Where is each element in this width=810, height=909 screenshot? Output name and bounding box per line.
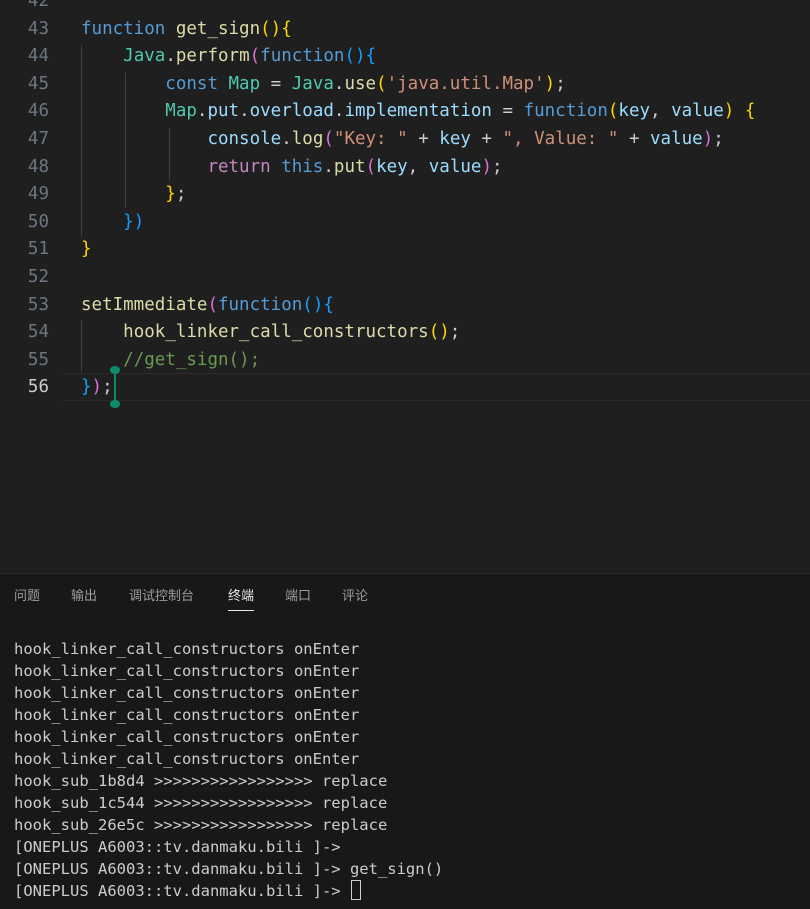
code-text: }; bbox=[165, 184, 187, 205]
line-number: 56 bbox=[27, 377, 49, 398]
code-editor[interactable]: 42 43 function get_sign(){ 44 Java.perform(… bbox=[0, 0, 810, 573]
terminal-line: hook_linker_call_constructors onEnter bbox=[14, 640, 360, 658]
code-text: Map.put.overload.implementation = functi… bbox=[165, 101, 756, 122]
line-number: 43 bbox=[27, 18, 49, 39]
cursor-handle[interactable] bbox=[110, 400, 120, 408]
tab-ports[interactable]: 端口 bbox=[285, 588, 311, 610]
code-line[interactable]: 53 setImmediate(function(){ bbox=[0, 291, 810, 319]
code-line[interactable]: 54 hook_linker_call_constructors(); bbox=[0, 318, 810, 346]
code-text: const Map = Java.use('java.util.Map'); bbox=[165, 73, 566, 94]
cursor-handle[interactable] bbox=[110, 366, 120, 374]
bottom-panel: 问题 输出 调试控制台 终端 端口 评论 hook_linker_call_constru… bbox=[0, 573, 810, 909]
tab-problems[interactable]: 问题 bbox=[14, 588, 40, 610]
line-number: 51 bbox=[27, 239, 49, 260]
terminal-line: hook_sub_1c544 >>>>>>>>>>>>>>>>> replace bbox=[14, 794, 388, 812]
line-number: 49 bbox=[27, 184, 49, 205]
text-cursor bbox=[114, 369, 116, 403]
terminal-line: hook_linker_call_constructors onEnter bbox=[14, 728, 360, 746]
terminal-line: hook_linker_call_constructors onEnter bbox=[14, 706, 360, 724]
code-text: hook_linker_call_constructors(); bbox=[123, 322, 461, 343]
code-text: function get_sign(){ bbox=[81, 18, 292, 39]
code-line[interactable]: 47 console.log("Key: " + key + ", Value:… bbox=[0, 125, 810, 153]
code-line[interactable]: 51} bbox=[0, 235, 810, 263]
line-number: 52 bbox=[27, 267, 49, 287]
terminal-line: hook_sub_1b8d4 >>>>>>>>>>>>>>>>> replace bbox=[14, 772, 388, 790]
line-number: 46 bbox=[27, 101, 49, 122]
code-line[interactable]: 44 Java.perform(function(){ bbox=[0, 42, 810, 70]
code-line[interactable]: 48 return this.put(key, value); bbox=[0, 153, 810, 181]
terminal-line: hook_linker_call_constructors onEnter bbox=[14, 750, 360, 768]
panel-tabs: 问题 输出 调试控制台 终端 端口 评论 bbox=[0, 574, 810, 620]
line-number: 53 bbox=[27, 294, 49, 315]
code-text: }) bbox=[123, 211, 145, 232]
line-number: 44 bbox=[27, 46, 49, 67]
line-number: 42 bbox=[27, 0, 49, 11]
terminal-line: [ONEPLUS A6003::tv.danmaku.bili ]-> bbox=[14, 838, 341, 856]
terminal-line: [ONEPLUS A6003::tv.danmaku.bili ]-> bbox=[14, 880, 361, 902]
tab-debug-console[interactable]: 调试控制台 bbox=[129, 588, 194, 610]
code-text: } bbox=[81, 239, 92, 260]
line-number: 50 bbox=[27, 211, 49, 232]
code-line[interactable]: 46 Map.put.overload.implementation = fun… bbox=[0, 97, 810, 125]
code-line[interactable]: 43 function get_sign(){ bbox=[0, 15, 810, 43]
line-number: 54 bbox=[27, 322, 49, 343]
code-text: console.log("Key: " + key + ", Value: " … bbox=[207, 129, 724, 149]
terminal-cursor bbox=[350, 880, 361, 900]
code-line[interactable]: 45 const Map = Java.use('java.util.Map')… bbox=[0, 70, 810, 98]
line-number: 55 bbox=[27, 349, 49, 370]
line-number: 47 bbox=[27, 129, 49, 149]
terminal-line: hook_linker_call_constructors onEnter bbox=[14, 662, 360, 680]
terminal-line: hook_sub_26e5c >>>>>>>>>>>>>>>>> replace bbox=[14, 816, 388, 834]
tab-output[interactable]: 输出 bbox=[71, 588, 97, 610]
code-line[interactable]: 52 bbox=[0, 263, 810, 291]
code-line[interactable]: 50 }) bbox=[0, 208, 810, 236]
code-text: //get_sign(); bbox=[123, 349, 261, 370]
code-line[interactable]: 55 //get_sign(); bbox=[0, 346, 810, 374]
code-text: return this.put(key, value); bbox=[207, 156, 503, 177]
terminal-line: [ONEPLUS A6003::tv.danmaku.bili ]-> get_… bbox=[14, 860, 444, 878]
code-line[interactable]: 42 bbox=[0, 0, 810, 15]
code-line[interactable]: 56}); bbox=[0, 373, 810, 401]
code-text: setImmediate(function(){ bbox=[81, 294, 334, 315]
code-text: Java.perform(function(){ bbox=[123, 46, 377, 67]
line-number: 45 bbox=[27, 73, 49, 94]
code-text: }); bbox=[81, 377, 113, 398]
terminal-line: hook_linker_call_constructors onEnter bbox=[14, 684, 360, 702]
tab-comments[interactable]: 评论 bbox=[342, 588, 368, 610]
code-line[interactable]: 49 }; bbox=[0, 180, 810, 208]
line-number: 48 bbox=[27, 156, 49, 177]
tab-terminal[interactable]: 终端 bbox=[228, 588, 255, 611]
